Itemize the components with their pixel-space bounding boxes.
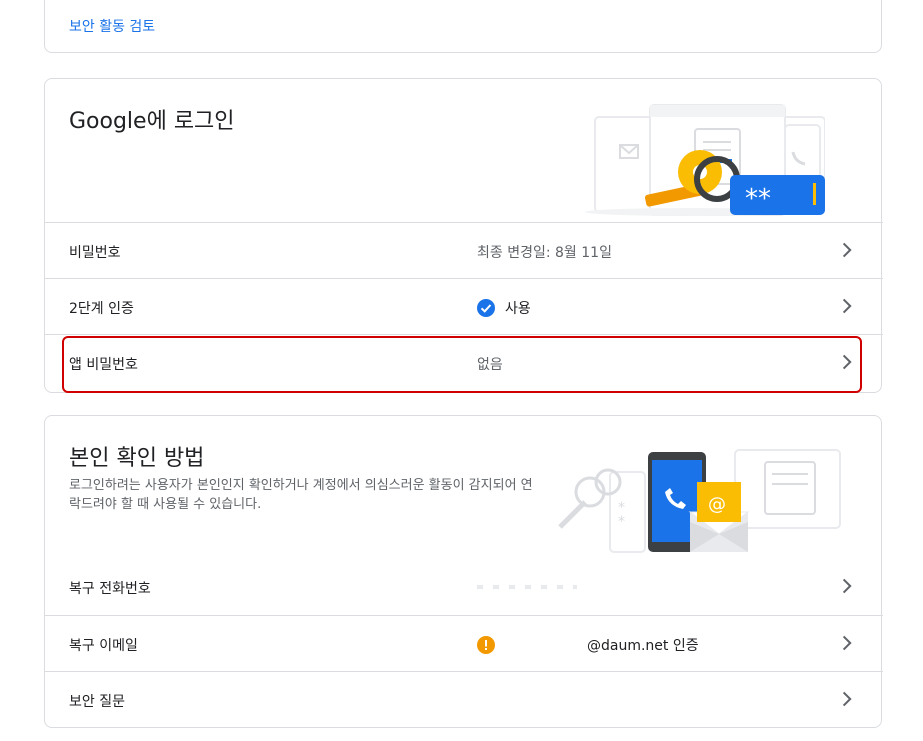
recovery-email-status: @daum.net 인증 xyxy=(587,638,699,654)
password-last-changed: 최종 변경일: 8월 11일 xyxy=(477,245,612,261)
svg-text:*: * xyxy=(618,514,625,530)
security-activity-card: 보안 활동 검토 xyxy=(44,0,882,53)
check-circle-icon xyxy=(477,299,495,317)
chevron-right-icon xyxy=(842,635,852,651)
two-step-value: 사용 xyxy=(477,298,531,318)
review-security-activity-link[interactable]: 보안 활동 검토 xyxy=(69,16,155,36)
recovery-phone-row[interactable]: 복구 전화번호 xyxy=(45,559,883,615)
chevron-right-icon xyxy=(842,354,852,370)
security-question-row[interactable]: 보안 질문 xyxy=(45,671,883,727)
recovery-email-label: 복구 이메일 xyxy=(69,638,138,654)
verify-card-description: 로그인하려는 사용자가 본인인지 확인하거나 계정에서 의심스러운 활동이 감지… xyxy=(69,478,533,512)
signin-card-title: Google에 로그인 xyxy=(69,109,235,134)
chevron-right-icon xyxy=(842,298,852,314)
chevron-right-icon xyxy=(842,691,852,707)
password-label: 비밀번호 xyxy=(69,245,121,261)
recovery-email-value: @daum.net 인증 xyxy=(477,635,699,655)
app-passwords-value: 없음 xyxy=(477,354,503,374)
recovery-email-row[interactable]: 복구 이메일 @daum.net 인증 xyxy=(45,615,883,671)
signin-card: Google에 로그인 ** 비밀번호 최종 변경일: 8월 11일 2단계 인… xyxy=(44,78,883,393)
chevron-right-icon xyxy=(842,242,852,258)
signin-illustration-icon: ** xyxy=(585,104,825,216)
chevron-right-icon xyxy=(842,578,852,594)
two-step-verification-row[interactable]: 2단계 인증 사용 xyxy=(45,278,883,334)
app-passwords-label: 앱 비밀번호 xyxy=(69,357,138,373)
recovery-email-redacted xyxy=(505,640,577,650)
recovery-phone-label: 복구 전화번호 xyxy=(69,581,151,597)
security-question-label: 보안 질문 xyxy=(69,694,125,710)
password-value: 최종 변경일: 8월 11일 xyxy=(477,242,612,262)
svg-text:**: ** xyxy=(745,184,771,214)
password-row[interactable]: 비밀번호 최종 변경일: 8월 11일 xyxy=(45,222,883,278)
app-passwords-status: 없음 xyxy=(477,357,503,373)
two-step-status: 사용 xyxy=(505,301,531,317)
verify-card-title: 본인 확인 방법 xyxy=(69,446,205,471)
app-passwords-row[interactable]: 앱 비밀번호 없음 xyxy=(45,334,883,390)
svg-text:@: @ xyxy=(708,494,726,515)
recovery-phone-redacted xyxy=(477,585,577,589)
warning-icon xyxy=(477,636,495,654)
two-step-label: 2단계 인증 xyxy=(69,301,134,317)
verification-illustration-icon: * * @ xyxy=(558,449,841,553)
verification-methods-card: 본인 확인 방법 로그인하려는 사용자가 본인인지 확인하거나 계정에서 의심스… xyxy=(44,415,883,728)
